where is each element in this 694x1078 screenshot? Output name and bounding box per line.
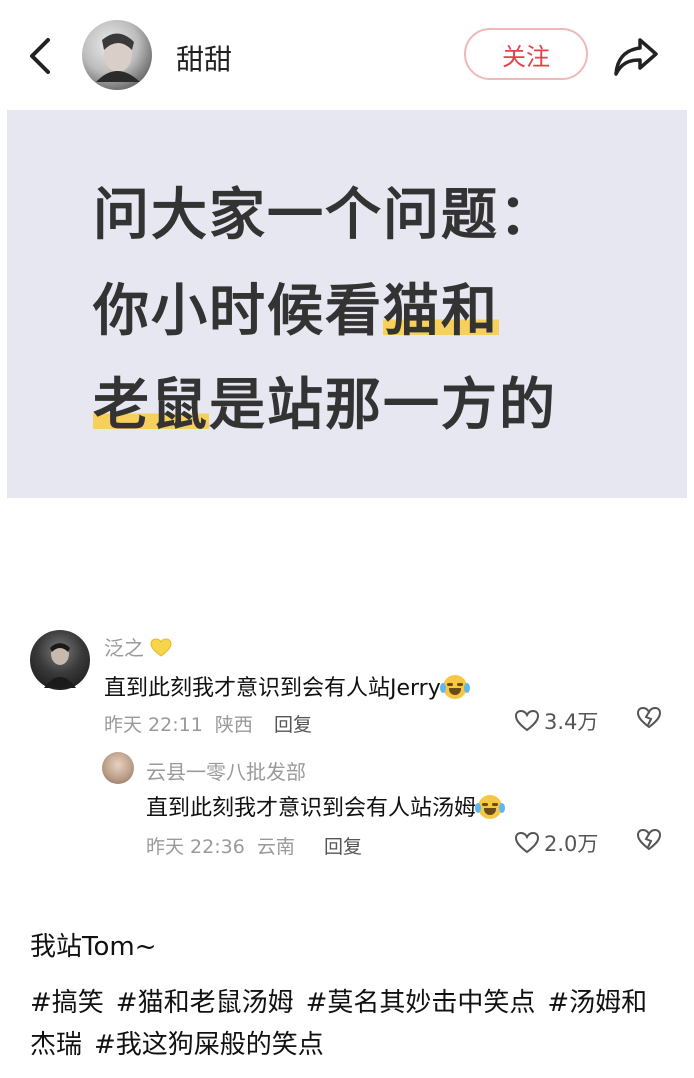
like-count: 2.0万 xyxy=(544,832,599,856)
yellow-heart-icon xyxy=(150,638,172,657)
like-button[interactable]: 3.4万 xyxy=(514,706,598,736)
share-icon xyxy=(614,38,658,76)
comment-time: 昨天 22:36 xyxy=(146,836,245,858)
like-count: 3.4万 xyxy=(544,710,599,734)
comment-text: 直到此刻我才意识到会有人站汤姆 xyxy=(146,790,506,822)
comment-text-content: 直到此刻我才意识到会有人站Jerry xyxy=(104,676,441,701)
hashtag[interactable]: #搞笑 xyxy=(30,988,104,1018)
question-highlight: 老鼠 xyxy=(93,373,209,438)
avatar-image xyxy=(96,33,140,82)
question-line-2: 你小时候看猫和 xyxy=(93,266,499,347)
comment-location: 云南 xyxy=(256,836,295,858)
reply-button[interactable]: 回复 xyxy=(324,832,362,859)
author-avatar[interactable] xyxy=(82,20,152,90)
comment-meta: 昨天 22:11 陕西 xyxy=(104,710,253,737)
broken-heart-icon xyxy=(636,706,662,729)
dislike-button[interactable] xyxy=(636,706,662,734)
question-text: 你小时候看 xyxy=(93,279,383,344)
follow-button[interactable]: 关注 xyxy=(464,28,588,80)
comment-time: 昨天 22:11 xyxy=(104,714,203,736)
commenter-avatar[interactable] xyxy=(102,752,134,784)
heart-icon xyxy=(514,831,540,854)
question-highlight: 猫和 xyxy=(383,279,499,344)
question-text: 问大家一个问题： xyxy=(93,183,557,248)
question-line-1: 问大家一个问题： xyxy=(93,170,557,251)
post-caption: 我站Tom~ xyxy=(30,932,157,962)
back-button[interactable] xyxy=(22,34,62,78)
hashtag-list: #搞笑 #猫和老鼠汤姆 #莫名其妙击中笑点 #汤姆和杰瑞 #我这狗屎般的笑点 xyxy=(30,982,670,1066)
comment-text: 直到此刻我才意识到会有人站Jerry xyxy=(104,670,470,702)
comment-location: 陕西 xyxy=(214,714,253,736)
commenter-avatar[interactable] xyxy=(30,630,90,690)
heart-icon xyxy=(514,709,540,732)
question-line-3: 老鼠是站那一方的 xyxy=(93,360,557,441)
back-arrow-icon xyxy=(30,38,50,74)
comment-author[interactable]: 泛之 xyxy=(104,632,172,661)
author-username[interactable]: 甜甜 xyxy=(176,38,232,78)
comment-author-name: 泛之 xyxy=(104,636,144,660)
question-text: 是站那一方的 xyxy=(209,373,557,438)
dislike-button[interactable] xyxy=(636,828,662,856)
hashtag[interactable]: #猫和老鼠汤姆 xyxy=(116,988,294,1018)
hashtag[interactable]: #我这狗屎般的笑点 xyxy=(94,1030,324,1060)
post-image-card[interactable]: 问大家一个问题： 你小时候看猫和 老鼠是站那一方的 xyxy=(7,110,687,498)
share-button[interactable] xyxy=(610,32,662,80)
hashtag[interactable]: #莫名其妙击中笑点 xyxy=(306,988,536,1018)
comment-text-content: 直到此刻我才意识到会有人站汤姆 xyxy=(146,796,477,821)
broken-heart-icon xyxy=(636,828,662,851)
comment-meta: 昨天 22:36 云南 xyxy=(146,832,295,859)
reply-button[interactable]: 回复 xyxy=(274,710,312,737)
comment-author[interactable]: 云县一零八批发部 xyxy=(146,756,306,785)
laugh-cry-emoji-icon xyxy=(439,675,470,699)
like-button[interactable]: 2.0万 xyxy=(514,828,598,858)
avatar-image xyxy=(44,643,76,688)
laugh-cry-emoji-icon xyxy=(475,795,506,819)
